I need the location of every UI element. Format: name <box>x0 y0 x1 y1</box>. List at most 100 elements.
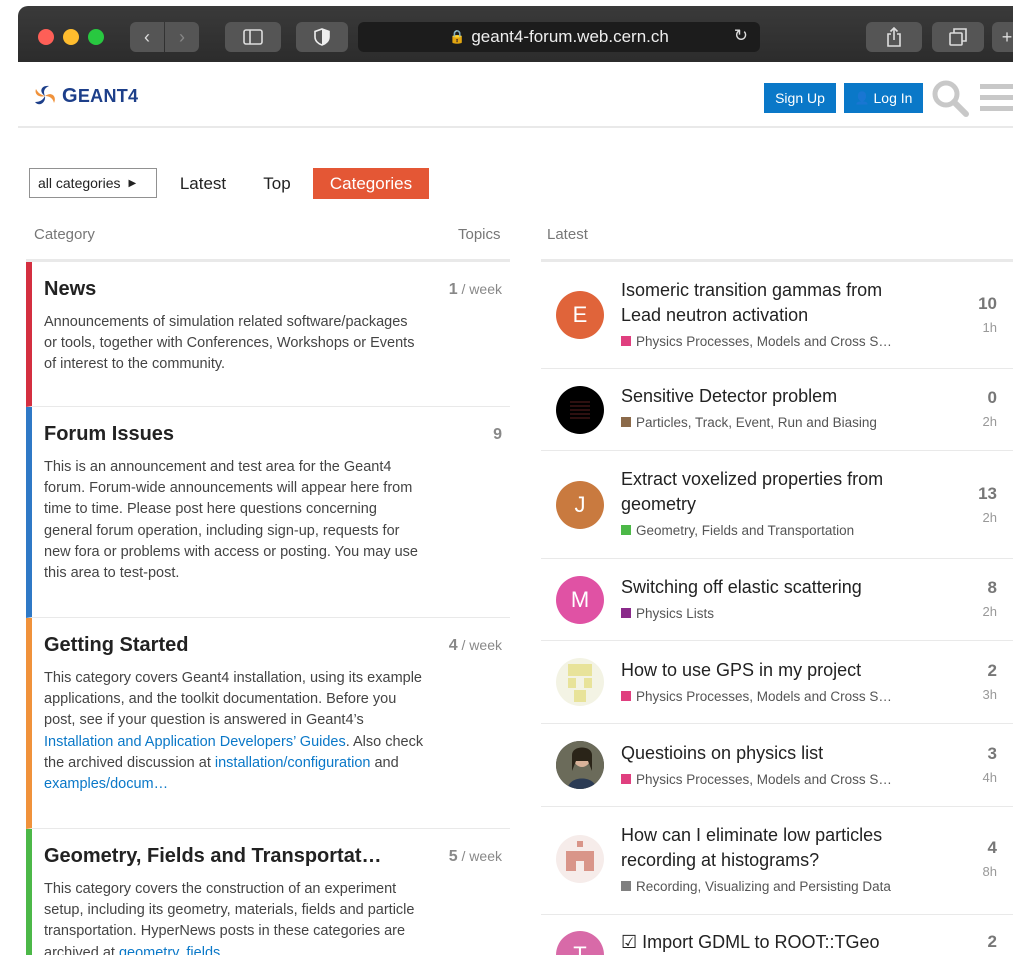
topic-age[interactable]: 2h <box>983 604 997 619</box>
topic-title-link[interactable]: How can I eliminate low particles record… <box>621 823 921 873</box>
topic-title-link[interactable]: ☑ Import GDML to ROOT::TGeo <box>621 930 921 955</box>
category-topic-count: 5 / week <box>449 848 502 866</box>
examples-documentation-link[interactable]: examples/docum… <box>44 776 168 792</box>
lock-icon: 🔒 <box>449 29 466 44</box>
installation-guides-link[interactable]: Installation and Application Developers’… <box>44 734 346 750</box>
category-description: This is an announcement and test area fo… <box>44 459 418 582</box>
avatar-letter: J <box>574 492 586 517</box>
nav-categories[interactable]: Categories <box>313 168 429 199</box>
category-name-link[interactable]: Forum Issues <box>44 423 174 446</box>
category-dropdown[interactable]: all categories ▶ <box>29 168 157 198</box>
geant4-logo[interactable]: GEANT4 <box>32 83 138 109</box>
share-button[interactable] <box>866 22 922 52</box>
avatar[interactable]: T <box>556 931 604 955</box>
topic-reply-count: 4 <box>987 838 997 857</box>
installation-configuration-link[interactable]: installation/configuration <box>215 755 371 771</box>
category-name-link[interactable]: Getting Started <box>44 634 188 657</box>
category-name-link[interactable]: Geometry, Fields and Transportat… <box>44 845 381 868</box>
plus-icon: + <box>1001 26 1013 47</box>
avatar[interactable]: M <box>556 576 604 624</box>
category-description: This category covers Geant4 installation… <box>44 668 424 795</box>
category-name-link[interactable]: News <box>44 278 96 301</box>
latest-topic-row: Sensitive Detector problem Particles, Tr… <box>541 369 1013 451</box>
sign-up-button[interactable]: Sign Up <box>764 83 836 113</box>
topic-category-badge[interactable]: Physics Processes, Models and Cross S… <box>621 772 892 787</box>
topic-count-unit: / week <box>457 848 502 864</box>
topic-reply-count: 0 <box>987 388 997 407</box>
caret-right-icon: ▶ <box>128 177 137 189</box>
topic-category-name: Geometry, Fields and Transportation <box>636 523 855 538</box>
user-icon: 👤 <box>854 91 870 105</box>
topic-title-link[interactable]: Switching off elastic scattering <box>621 575 921 600</box>
back-button[interactable]: ‹ <box>130 22 164 52</box>
sidebar-icon <box>243 29 263 45</box>
topic-title-link[interactable]: Isomeric transition gammas from Lead neu… <box>621 278 921 328</box>
category-dropdown-label: all categories <box>38 175 121 191</box>
topic-title-link[interactable]: Sensitive Detector problem <box>621 384 921 409</box>
category-color-square <box>621 417 631 427</box>
topic-age[interactable]: 2h <box>983 510 997 525</box>
sidebar-toggle-button[interactable] <box>225 22 281 52</box>
category-topic-count: 4 / week <box>449 637 502 655</box>
new-tab-button[interactable]: + <box>992 22 1013 52</box>
close-window-button[interactable] <box>38 29 54 45</box>
avatar-image <box>568 664 592 702</box>
topic-age[interactable]: 4h <box>983 770 997 785</box>
topic-category-badge[interactable]: Physics Processes, Models and Cross S… <box>621 334 892 349</box>
hamburger-menu-icon[interactable] <box>980 82 1013 114</box>
zoom-window-button[interactable] <box>88 29 104 45</box>
avatar[interactable]: E <box>556 291 604 339</box>
description-text: This category covers Geant4 installation… <box>44 670 422 729</box>
url-text: geant4-forum.web.cern.ch <box>471 27 669 46</box>
topic-category-name: Physics Processes, Models and Cross S… <box>636 689 892 704</box>
privacy-button[interactable] <box>296 22 348 52</box>
avatar[interactable] <box>556 741 604 789</box>
avatar[interactable] <box>556 386 604 434</box>
nav-latest[interactable]: Latest <box>170 168 236 199</box>
topic-title-link[interactable]: Questioins on physics list <box>621 741 921 766</box>
topic-category-badge[interactable]: Geometry, Fields and Transportation <box>621 523 854 538</box>
geometry-archive-link[interactable]: geometry <box>119 945 178 955</box>
shield-icon <box>314 28 330 46</box>
search-icon[interactable] <box>930 78 970 118</box>
category-row-geometry: Geometry, Fields and Transportat… 5 / we… <box>26 829 510 955</box>
logo-wordmark-rest: EANT4 <box>77 85 139 106</box>
minimize-window-button[interactable] <box>63 29 79 45</box>
topic-category-badge[interactable]: Particles, Track, Event, Run and Biasing <box>621 415 877 430</box>
nav-top[interactable]: Top <box>254 168 300 199</box>
topic-category-name: Physics Processes, Models and Cross S… <box>636 772 892 787</box>
latest-topic-row: T ☑ Import GDML to ROOT::TGeo 2 <box>541 915 1013 955</box>
log-in-button[interactable]: 👤 Log In <box>844 83 923 113</box>
topic-title-link[interactable]: Extract voxelized properties from geomet… <box>621 467 921 517</box>
address-bar[interactable]: 🔒 geant4-forum.web.cern.ch ↻ <box>358 22 760 52</box>
description-text: and <box>370 754 399 771</box>
fields-archive-link[interactable]: fields <box>186 945 220 955</box>
avatar[interactable] <box>556 835 604 883</box>
topic-age[interactable]: 2h <box>983 414 997 429</box>
logo-wordmark-initial: G <box>62 84 78 107</box>
category-description: This category covers the construction of… <box>44 879 424 955</box>
topic-age[interactable]: 8h <box>983 864 997 879</box>
topic-category-badge[interactable]: Recording, Visualizing and Persisting Da… <box>621 879 891 894</box>
avatar[interactable] <box>556 658 604 706</box>
column-header-category[interactable]: Category <box>34 226 95 243</box>
avatar-letter: M <box>570 587 590 612</box>
column-header-topics[interactable]: Topics <box>458 226 501 243</box>
topic-category-badge[interactable]: Physics Processes, Models and Cross S… <box>621 689 892 704</box>
latest-topic-row: How can I eliminate low particles record… <box>541 807 1013 915</box>
topic-count-value: 9 <box>493 426 502 443</box>
category-color-square <box>621 336 631 346</box>
chevron-left-icon: ‹ <box>144 26 150 47</box>
tab-overview-button[interactable] <box>932 22 984 52</box>
tabs-icon <box>949 28 967 46</box>
geant4-swirl-icon <box>35 85 55 105</box>
category-topic-count: 1 / week <box>449 281 502 299</box>
forward-button[interactable]: › <box>165 22 199 52</box>
topic-age[interactable]: 1h <box>983 320 997 335</box>
reload-icon[interactable]: ↻ <box>734 26 748 46</box>
topic-category-badge[interactable]: Physics Lists <box>621 606 714 621</box>
latest-topic-row: J Extract voxelized properties from geom… <box>541 451 1013 559</box>
topic-title-link[interactable]: How to use GPS in my project <box>621 658 921 683</box>
avatar[interactable]: J <box>556 481 604 529</box>
topic-age[interactable]: 3h <box>983 687 997 702</box>
